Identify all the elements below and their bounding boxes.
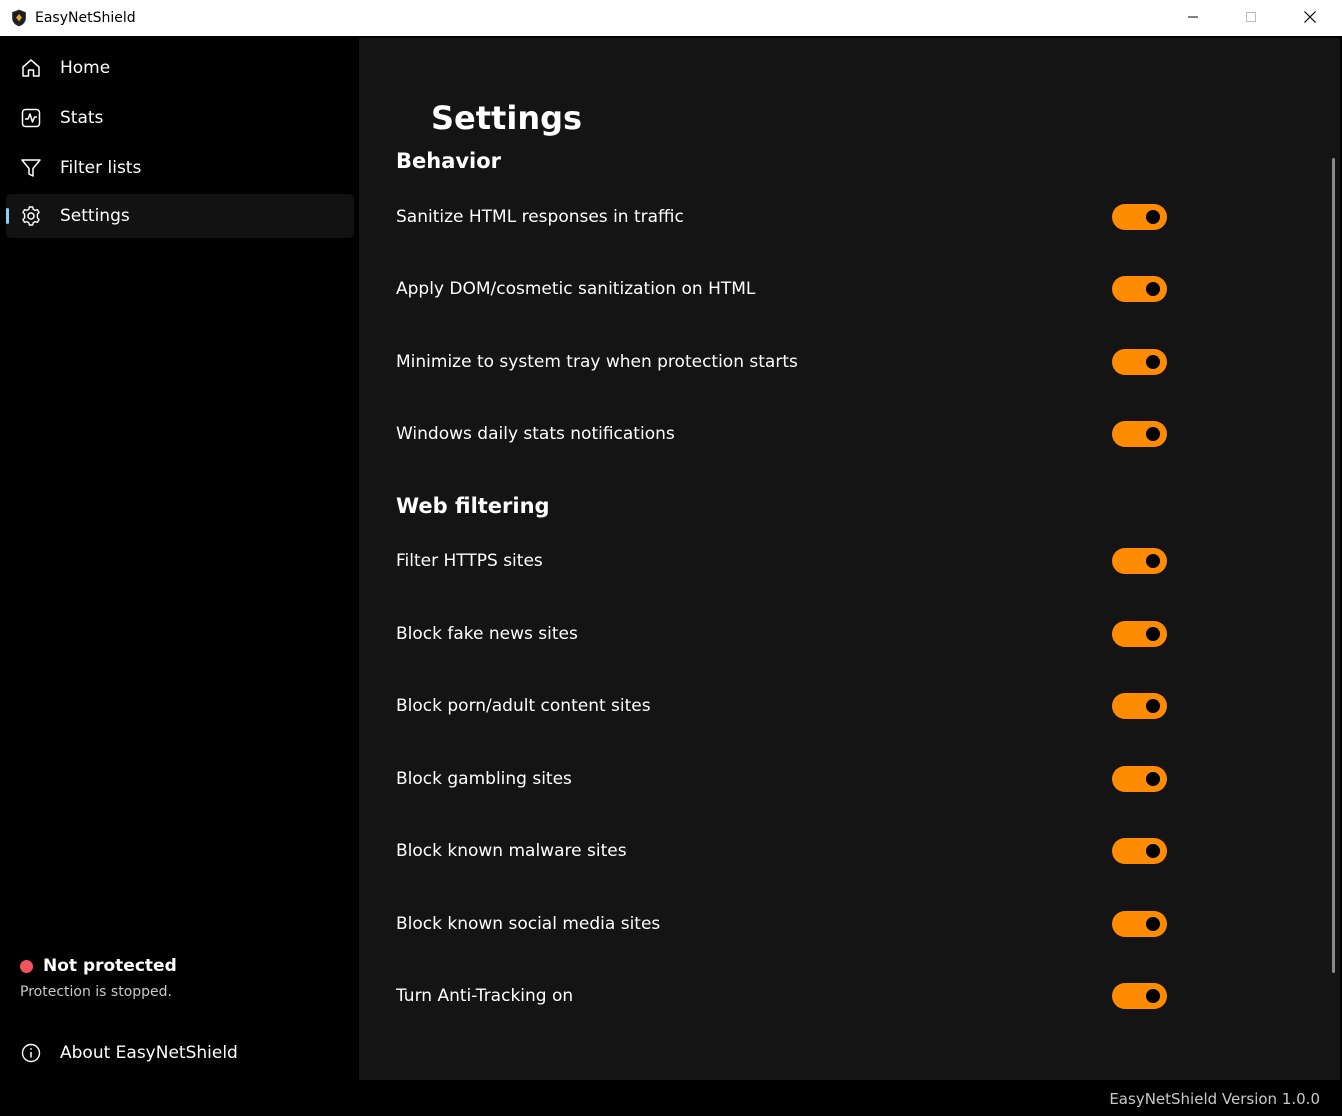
toggle-knob [1146, 772, 1160, 786]
status-dot [20, 960, 33, 973]
setting-row: Block gambling sites [396, 762, 1171, 796]
setting-row: Minimize to system tray when protection … [396, 345, 1171, 379]
block-gambling-toggle[interactable] [1112, 766, 1167, 792]
minimize-icon [1188, 16, 1198, 18]
page-title: Settings [431, 99, 583, 137]
setting-label: Apply DOM/cosmetic sanitization on HTML [396, 279, 756, 299]
filter-icon [20, 157, 42, 179]
section-title-web-filtering: Web filtering [396, 494, 550, 518]
minimize-to-tray-toggle[interactable] [1112, 349, 1167, 375]
toggle-knob [1146, 844, 1160, 858]
toggle-knob [1146, 282, 1160, 296]
setting-row: Windows daily stats notifications [396, 417, 1171, 451]
close-button[interactable] [1281, 0, 1339, 34]
setting-row: Block known malware sites [396, 834, 1171, 868]
toggle-knob [1146, 554, 1160, 568]
setting-label: Block known malware sites [396, 841, 627, 861]
section-title-behavior: Behavior [396, 149, 502, 173]
setting-label: Minimize to system tray when protection … [396, 352, 798, 372]
protection-status: Not protected Protection is stopped. [20, 954, 340, 1014]
gear-icon [20, 205, 42, 227]
block-fake-news-toggle[interactable] [1112, 621, 1167, 647]
setting-row: Filter HTTPS sites [396, 544, 1171, 578]
setting-label: Block known social media sites [396, 914, 661, 934]
title-bar: EasyNetShield [0, 0, 1342, 36]
toggle-knob [1146, 917, 1160, 931]
status-title: Not protected [43, 956, 177, 976]
sidebar: Home Stats Filter lists Settings Not pro… [2, 38, 359, 1080]
toggle-knob [1146, 210, 1160, 224]
toggle-knob [1146, 355, 1160, 369]
setting-label: Block porn/adult content sites [396, 696, 651, 716]
setting-row: Apply DOM/cosmetic sanitization on HTML [396, 272, 1171, 306]
shield-icon [11, 9, 27, 27]
footer: EasyNetShield Version 1.0.0 [0, 1080, 1342, 1116]
setting-label: Turn Anti-Tracking on [396, 986, 574, 1006]
maximize-button[interactable] [1222, 0, 1280, 34]
toggle-knob [1146, 989, 1160, 1003]
maximize-icon [1246, 12, 1256, 22]
info-icon [20, 1042, 42, 1064]
sidebar-item-stats[interactable]: Stats [6, 96, 354, 140]
stats-icon [20, 107, 42, 129]
sidebar-item-label: Home [60, 58, 111, 78]
window-title: EasyNetShield [35, 10, 136, 26]
about-label: About EasyNetShield [60, 1043, 238, 1063]
dom-sanitization-toggle[interactable] [1112, 276, 1167, 302]
settings-page: Settings Behavior Sanitize HTML response… [359, 38, 1340, 1080]
close-icon [1304, 11, 1316, 23]
setting-label: Windows daily stats notifications [396, 424, 675, 444]
daily-notifications-toggle[interactable] [1112, 421, 1167, 447]
block-adult-content-toggle[interactable] [1112, 693, 1167, 719]
setting-row: Block known social media sites [396, 907, 1171, 941]
setting-label: Block gambling sites [396, 769, 572, 789]
setting-label: Filter HTTPS sites [396, 551, 543, 571]
setting-row: Block porn/adult content sites [396, 689, 1171, 723]
sidebar-item-label: Settings [60, 206, 130, 226]
home-icon [20, 57, 42, 79]
sanitize-html-toggle[interactable] [1112, 204, 1167, 230]
minimize-button[interactable] [1164, 0, 1222, 34]
status-subtitle: Protection is stopped. [20, 984, 172, 1000]
block-malware-toggle[interactable] [1112, 838, 1167, 864]
sidebar-item-label: Filter lists [60, 158, 142, 178]
filter-https-toggle[interactable] [1112, 548, 1167, 574]
toggle-knob [1146, 699, 1160, 713]
version-label: EasyNetShield Version 1.0.0 [1109, 1090, 1320, 1108]
toggle-knob [1146, 627, 1160, 641]
sidebar-item-settings[interactable]: Settings [6, 194, 354, 238]
setting-label: Block fake news sites [396, 624, 578, 644]
setting-row: Block fake news sites [396, 617, 1171, 651]
sidebar-item-label: Stats [60, 108, 104, 128]
setting-row: Sanitize HTML responses in traffic [396, 200, 1171, 234]
setting-row: Turn Anti-Tracking on [396, 979, 1171, 1013]
active-indicator [6, 208, 9, 224]
sidebar-item-filter-lists[interactable]: Filter lists [6, 146, 354, 190]
toggle-knob [1146, 427, 1160, 441]
sidebar-item-home[interactable]: Home [6, 46, 354, 90]
setting-label: Sanitize HTML responses in traffic [396, 207, 684, 227]
anti-tracking-toggle[interactable] [1112, 983, 1167, 1009]
about-button[interactable]: About EasyNetShield [6, 1031, 354, 1075]
vertical-scrollbar[interactable] [1332, 158, 1335, 973]
block-social-media-toggle[interactable] [1112, 911, 1167, 937]
